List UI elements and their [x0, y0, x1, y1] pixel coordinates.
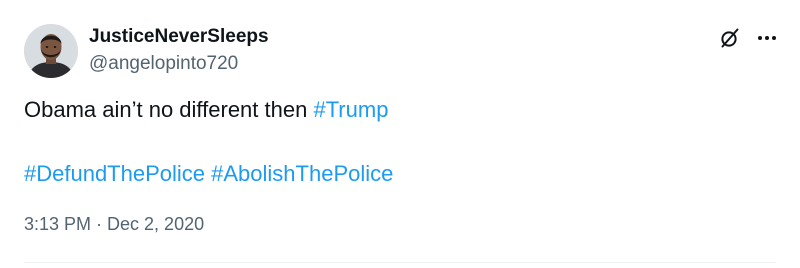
avatar[interactable]: [24, 24, 78, 78]
tweet-text-line-1: Obama ain’t no different then #Trump: [24, 96, 388, 124]
tweet-text-line-2: #DefundThePolice #AbolishThePolice: [24, 160, 393, 188]
hashtag-link-abolishthepolice[interactable]: #AbolishThePolice: [211, 161, 393, 186]
more-options-icon[interactable]: [755, 26, 779, 50]
grok-icon-glyph: [721, 28, 739, 48]
tweet-text: Obama ain’t no different then: [24, 97, 314, 122]
hashtag-link-trump[interactable]: #Trump: [313, 97, 388, 122]
avatar-image: [24, 24, 78, 78]
tweet-card: JusticeNeverSleeps @angelopinto720 Obama…: [0, 0, 800, 268]
author-display-name[interactable]: JusticeNeverSleeps: [89, 26, 269, 48]
hashtag-link-defundthepolice[interactable]: #DefundThePolice: [24, 161, 205, 186]
tweet-timestamp[interactable]: 3:13 PM · Dec 2, 2020: [24, 212, 204, 236]
divider: [24, 262, 776, 263]
grok-icon[interactable]: [718, 26, 742, 50]
more-options-glyph: [758, 36, 776, 40]
author-handle[interactable]: @angelopinto720: [89, 53, 238, 75]
